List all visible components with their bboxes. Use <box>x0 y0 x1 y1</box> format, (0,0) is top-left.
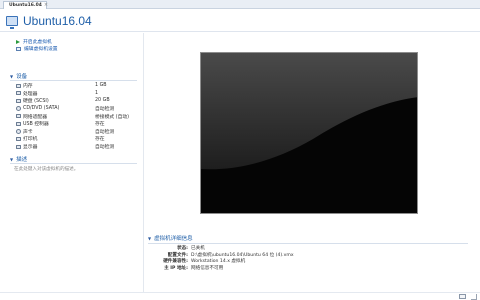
device-row-memory[interactable]: 内存 1 GB <box>0 82 143 90</box>
device-value: 自动检测 <box>95 129 115 135</box>
tab-bar: Ubuntu16.04 × <box>0 0 480 9</box>
power-on-button[interactable]: 开启此虚拟机 <box>0 38 143 45</box>
chevron-down-icon: ▼ <box>10 156 14 162</box>
device-value: 20 GB <box>95 98 110 104</box>
network-adapter-icon <box>16 114 21 119</box>
detail-key: 硬件兼容性: <box>163 259 188 265</box>
details-section-toggle[interactable]: ▼ 虚拟机详细信息 <box>148 234 468 243</box>
detail-value: Workstation 14.x 虚拟机 <box>191 259 246 265</box>
device-name: CD/DVD (SATA) <box>23 106 60 112</box>
device-value: 自动检测 <box>95 145 115 151</box>
devices-section-toggle[interactable]: ▼ 设备 <box>0 72 143 81</box>
device-name: 声卡 <box>23 129 33 135</box>
edit-settings-icon <box>16 46 21 51</box>
vm-details-section: ▼ 虚拟机详细信息 状态: 已关机 配置文件: D:\虚拟机\ubuntu16.… <box>148 234 468 271</box>
description-field[interactable]: 在此处键入对该虚拟机的描述。 <box>0 164 143 172</box>
detail-value: D:\虚拟机\ubuntu16.04\Ubuntu 64 位 (4).vmx <box>191 252 294 258</box>
detail-row-hardware-compat: 硬件兼容性: Workstation 14.x 虚拟机 <box>148 258 468 265</box>
tab-ubuntu[interactable]: Ubuntu16.04 × <box>3 1 48 9</box>
power-on-label: 开启此虚拟机 <box>23 40 52 45</box>
detail-key: 状态: <box>176 246 188 252</box>
device-name: 显示器 <box>23 145 38 151</box>
device-value: 1 GB <box>95 83 107 89</box>
device-row-processor[interactable]: 处理器 1 <box>0 90 143 98</box>
device-row-network[interactable]: 网络适配器 桥接模式 (自动) <box>0 112 143 120</box>
edit-settings-button[interactable]: 编辑虚拟机设置 <box>0 45 143 52</box>
device-value: 1 <box>95 90 99 96</box>
usb-icon <box>16 121 21 126</box>
device-value: 桥接模式 (自动) <box>95 114 130 120</box>
processor-icon <box>16 91 21 96</box>
hard-disk-icon <box>16 98 21 103</box>
vm-screen-thumbnail[interactable] <box>200 52 418 214</box>
sound-card-icon <box>16 128 21 134</box>
detail-key: 配置文件: <box>167 252 188 258</box>
device-value: 存在 <box>95 122 105 128</box>
device-name: USB 控制器 <box>23 122 49 128</box>
vm-header: Ubuntu16.04 <box>0 10 480 32</box>
details-title: 虚拟机详细信息 <box>154 236 193 242</box>
message-log-icon[interactable] <box>459 294 466 299</box>
right-panel: ▼ 虚拟机详细信息 状态: 已关机 配置文件: D:\虚拟机\ubuntu16.… <box>144 33 480 295</box>
device-row-sound[interactable]: 声卡 自动检测 <box>0 128 143 136</box>
vm-screen-gloss <box>201 53 417 213</box>
device-row-hard-disk[interactable]: 硬盘 (SCSI) 20 GB <box>0 97 143 105</box>
description-title: 描述 <box>16 157 28 164</box>
display-icon <box>16 144 21 149</box>
device-row-cd-dvd[interactable]: CD/DVD (SATA) 自动检测 <box>0 105 143 113</box>
device-name: 硬盘 (SCSI) <box>23 99 49 105</box>
chevron-down-icon: ▼ <box>10 73 14 79</box>
device-value: 自动检测 <box>95 107 115 113</box>
detail-row-status: 状态: 已关机 <box>148 245 468 252</box>
printer-icon <box>16 136 21 141</box>
cd-dvd-icon <box>16 106 21 112</box>
device-name: 处理器 <box>23 91 38 97</box>
play-icon <box>16 39 20 44</box>
device-value: 存在 <box>95 137 105 143</box>
status-bar <box>0 292 480 300</box>
left-panel: 开启此虚拟机 编辑虚拟机设置 ▼ 设备 内存 1 GB 处理器 1 硬盘 (SC… <box>0 33 143 300</box>
description-section-toggle[interactable]: ▼ 描述 <box>0 155 143 164</box>
device-row-printer[interactable]: 打印机 存在 <box>0 135 143 143</box>
detail-row-ip: 主 IP 地址: 网络信息不可用 <box>148 265 468 272</box>
detail-row-config-file: 配置文件: D:\虚拟机\ubuntu16.04\Ubuntu 64 位 (4)… <box>148 252 468 259</box>
page-title: Ubuntu16.04 <box>23 13 92 28</box>
vm-monitor-icon <box>6 15 18 29</box>
devices-title: 设备 <box>16 74 28 80</box>
detail-key: 主 IP 地址: <box>164 266 188 272</box>
detail-value: 已关机 <box>191 246 205 252</box>
edit-settings-label: 编辑虚拟机设置 <box>24 47 58 52</box>
memory-icon <box>16 83 21 88</box>
device-row-usb[interactable]: USB 控制器 存在 <box>0 120 143 128</box>
details-divider <box>148 243 468 244</box>
chevron-down-icon: ▼ <box>148 235 152 241</box>
resize-grip-icon[interactable] <box>471 294 477 300</box>
device-row-display[interactable]: 显示器 自动检测 <box>0 143 143 151</box>
device-name: 内存 <box>23 84 33 90</box>
device-name: 打印机 <box>23 137 38 143</box>
detail-value: 网络信息不可用 <box>191 266 224 272</box>
close-tab-icon[interactable]: × <box>44 3 48 8</box>
device-name: 网络适配器 <box>23 114 47 120</box>
tab-label: Ubuntu16.04 <box>9 3 42 8</box>
